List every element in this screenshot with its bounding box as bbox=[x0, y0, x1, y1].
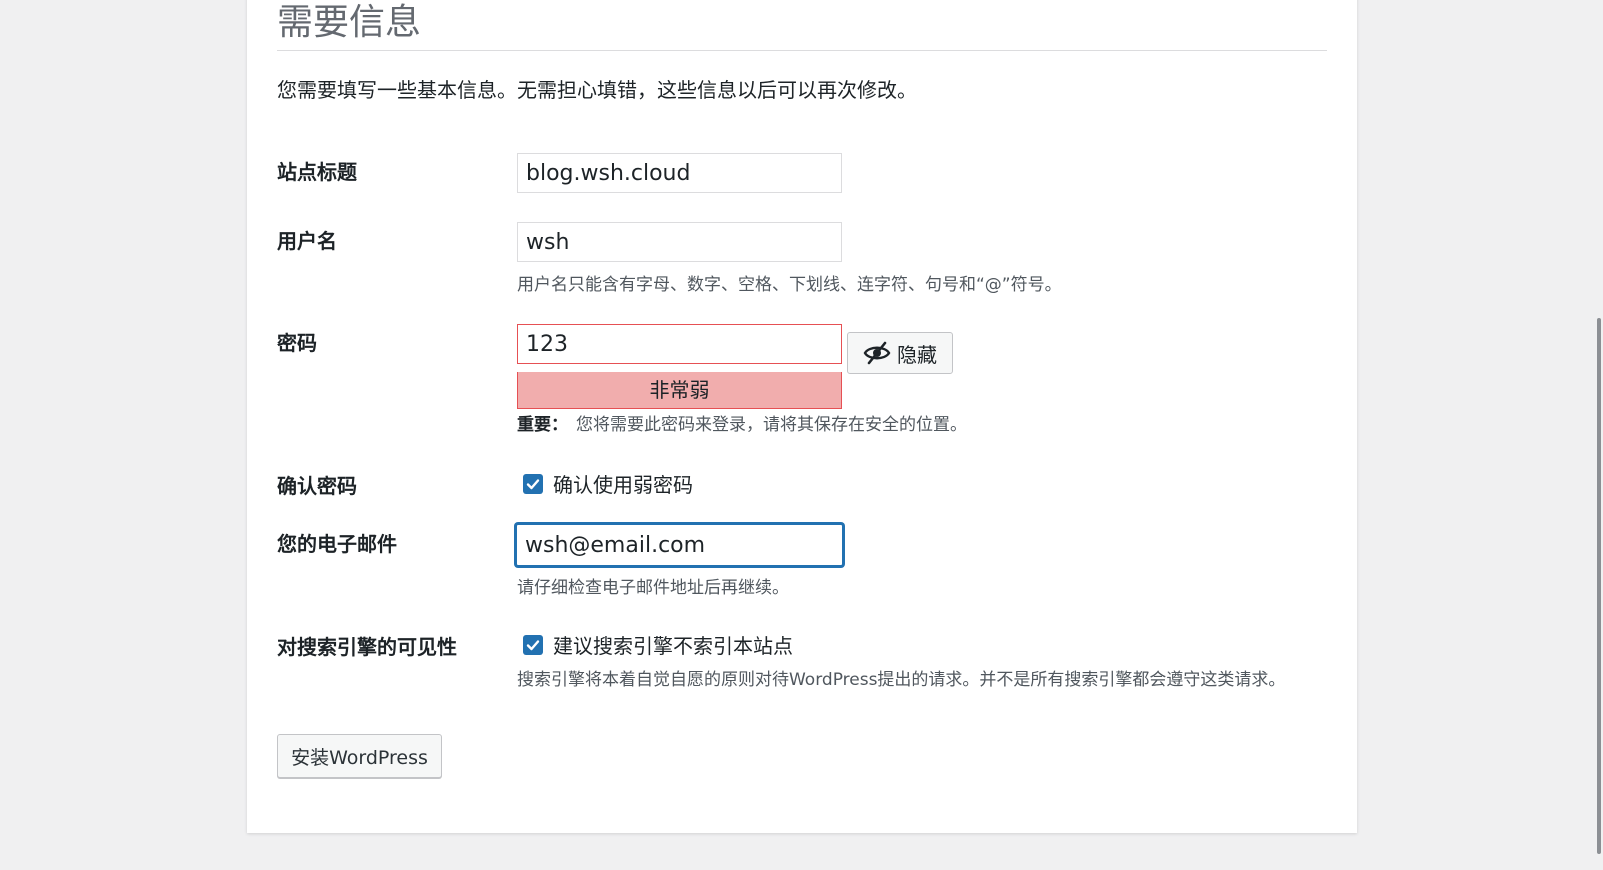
password-note: 重要： 您将需要此密码来登录，请将其保存在安全的位置。 bbox=[517, 410, 967, 435]
site-title-input[interactable] bbox=[517, 153, 842, 193]
password-label: 密码 bbox=[277, 331, 317, 355]
password-strength-meter: 非常弱 bbox=[517, 372, 842, 409]
username-hint: 用户名只能含有字母、数字、空格、下划线、连字符、句号和“@”符号。 bbox=[517, 275, 1062, 295]
password-note-text: 您将需要此密码来登录，请将其保存在安全的位置。 bbox=[576, 415, 967, 435]
title-divider bbox=[277, 50, 1327, 51]
search-visibility-hint: 搜索引擎将本着自觉自愿的原则对待WordPress提出的请求。并不是所有搜索引擎… bbox=[517, 670, 1286, 690]
confirm-weak-password-checkbox[interactable] bbox=[523, 473, 543, 494]
site-title-label: 站点标题 bbox=[277, 160, 357, 184]
username-label: 用户名 bbox=[277, 229, 337, 253]
hide-password-button[interactable]: 隐藏 bbox=[847, 332, 953, 374]
setup-card: 需要信息 您需要填写一些基本信息。无需担心填错，这些信息以后可以再次修改。 站点… bbox=[247, 0, 1357, 833]
username-input[interactable] bbox=[517, 222, 842, 262]
password-input[interactable] bbox=[517, 324, 842, 364]
discourage-search-row[interactable]: 建议搜索引擎不索引本站点 bbox=[523, 630, 793, 659]
hide-password-label: 隐藏 bbox=[897, 342, 937, 367]
discourage-search-checkbox[interactable] bbox=[523, 634, 543, 655]
email-label: 您的电子邮件 bbox=[277, 532, 397, 556]
intro-text: 您需要填写一些基本信息。无需担心填错，这些信息以后可以再次修改。 bbox=[277, 78, 917, 102]
search-visibility-label: 对搜索引擎的可见性 bbox=[277, 635, 457, 659]
confirm-weak-password-row[interactable]: 确认使用弱密码 bbox=[523, 469, 693, 498]
eye-slash-icon bbox=[863, 341, 891, 365]
email-input[interactable] bbox=[515, 523, 844, 567]
confirm-weak-password-label: 确认使用弱密码 bbox=[553, 473, 693, 497]
checkmark-icon bbox=[526, 478, 540, 489]
discourage-search-label: 建议搜索引擎不索引本站点 bbox=[553, 634, 793, 658]
email-hint: 请仔细检查电子邮件地址后再继续。 bbox=[517, 578, 789, 598]
page-title: 需要信息 bbox=[277, 2, 422, 43]
password-note-strong: 重要： bbox=[517, 415, 568, 435]
confirm-password-label: 确认密码 bbox=[277, 474, 357, 498]
scrollbar-thumb[interactable] bbox=[1597, 318, 1601, 854]
install-wordpress-button[interactable]: 安装WordPress bbox=[277, 734, 442, 778]
checkmark-icon bbox=[526, 639, 540, 650]
